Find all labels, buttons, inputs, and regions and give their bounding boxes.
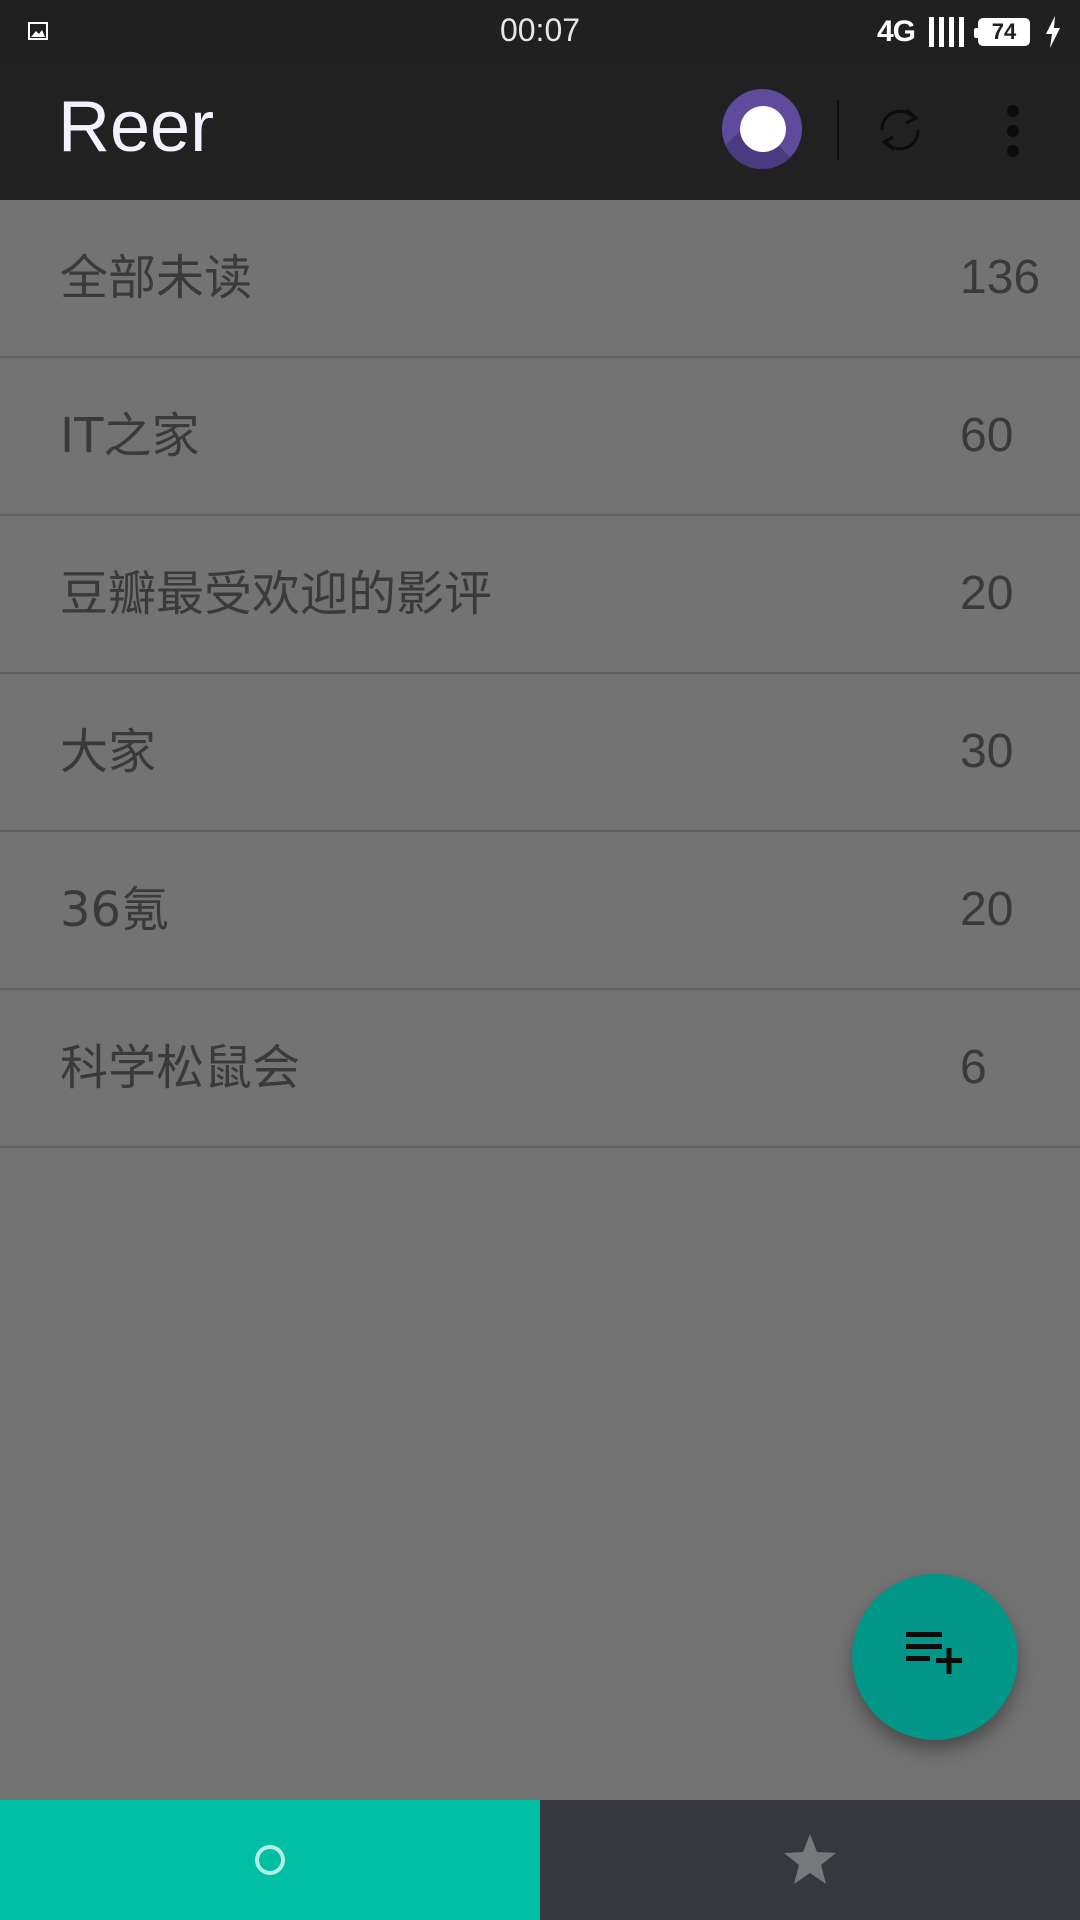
feed-item[interactable]: IT之家 60	[0, 358, 1080, 516]
signal-icon	[929, 17, 964, 47]
feed-item[interactable]: 36氪 20	[0, 832, 1080, 990]
circle-icon	[255, 1845, 285, 1875]
feed-name: 大家	[60, 724, 157, 780]
nav-all-feeds[interactable]	[0, 1800, 540, 1920]
feed-item[interactable]: 豆瓣最受欢迎的影评 20	[0, 516, 1080, 674]
add-feed-button[interactable]	[852, 1574, 1018, 1740]
unread-count: 60	[960, 409, 1014, 462]
theme-toggle[interactable]	[722, 89, 802, 169]
bolt-icon	[1046, 16, 1060, 48]
feed-list: 全部未读 136 IT之家 60 豆瓣最受欢迎的影评 20 大家 30 36氪 …	[0, 200, 1080, 1148]
unread-count: 20	[960, 567, 1014, 620]
toggle-knob	[740, 106, 786, 152]
unread-count: 20	[960, 883, 1014, 936]
network-type: 4G	[876, 15, 916, 48]
feed-item[interactable]: 大家 30	[0, 674, 1080, 832]
status-bar: 00:07 4G 74	[0, 0, 1080, 64]
feed-name: IT之家	[60, 408, 200, 464]
battery-level: 74	[991, 19, 1017, 44]
unread-count: 30	[960, 725, 1014, 778]
unread-count: 136	[960, 251, 1041, 304]
playlist-add-icon	[906, 1632, 962, 1674]
feed-name: 豆瓣最受欢迎的影评	[60, 566, 493, 622]
feed-name: 科学松鼠会	[60, 1040, 301, 1096]
appbar-divider	[837, 100, 839, 160]
unread-count: 6	[960, 1041, 987, 1094]
app-bar: Reer	[0, 64, 1080, 200]
feed-name: 全部未读	[60, 250, 253, 306]
nav-starred[interactable]	[540, 1800, 1080, 1920]
bottom-nav	[0, 1800, 1080, 1920]
battery-icon: 74	[974, 18, 1030, 46]
status-indicators: 4G 74	[877, 12, 1062, 52]
star-icon	[784, 1834, 836, 1884]
feed-name: 36氪	[60, 882, 170, 938]
more-vert-icon[interactable]	[998, 104, 1028, 160]
feed-item[interactable]: 科学松鼠会 6	[0, 990, 1080, 1148]
app-title: Reer	[58, 87, 215, 167]
refresh-icon[interactable]	[874, 104, 926, 156]
feed-item[interactable]: 全部未读 136	[0, 200, 1080, 358]
